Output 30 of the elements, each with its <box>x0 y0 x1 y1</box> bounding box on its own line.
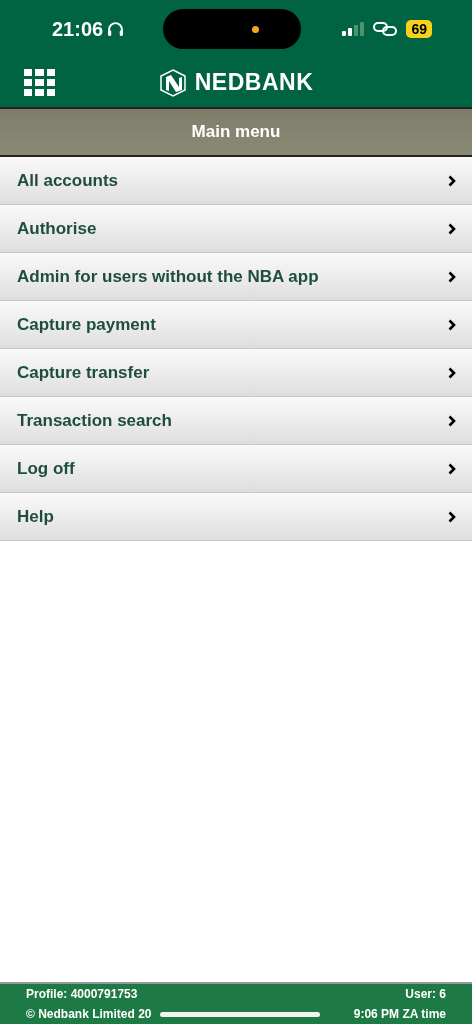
menu-item[interactable]: Transaction search <box>0 397 472 445</box>
menu-item[interactable]: Capture transfer <box>0 349 472 397</box>
chevron-icon <box>448 510 456 523</box>
copyright-text: © Nedbank Limited 20 <box>26 1007 152 1021</box>
menu-item[interactable]: Capture payment <box>0 301 472 349</box>
page-title: Main menu <box>0 109 472 157</box>
logo-icon <box>158 68 187 97</box>
signal-icon <box>342 22 365 36</box>
menu-item[interactable]: Log off <box>0 445 472 493</box>
chevron-icon <box>448 414 456 427</box>
chevron-icon <box>448 366 456 379</box>
clock-time: 21:06 <box>52 17 104 41</box>
menu-icon[interactable] <box>24 69 55 96</box>
chevron-icon <box>448 270 456 283</box>
battery-level: 69 <box>406 20 432 38</box>
menu-item[interactable]: Help <box>0 493 472 541</box>
menu-item[interactable]: Admin for users without the NBA app <box>0 253 472 301</box>
home-indicator[interactable] <box>159 1011 320 1017</box>
chevron-icon <box>448 222 456 235</box>
footer-time: 9:06 PM ZA time <box>353 1007 446 1021</box>
brand-name: NEDBANK <box>194 69 314 96</box>
menu-item[interactable]: All accounts <box>0 157 472 205</box>
chevron-icon <box>448 174 456 187</box>
link-icon <box>373 21 398 37</box>
menu-item[interactable]: Authorise <box>0 205 472 253</box>
user-number: User: 6 <box>405 987 446 1001</box>
chevron-icon <box>448 462 456 475</box>
chevron-icon <box>448 318 456 331</box>
headphones-icon <box>107 20 125 38</box>
profile-number: Profile: 4000791753 <box>26 987 138 1001</box>
